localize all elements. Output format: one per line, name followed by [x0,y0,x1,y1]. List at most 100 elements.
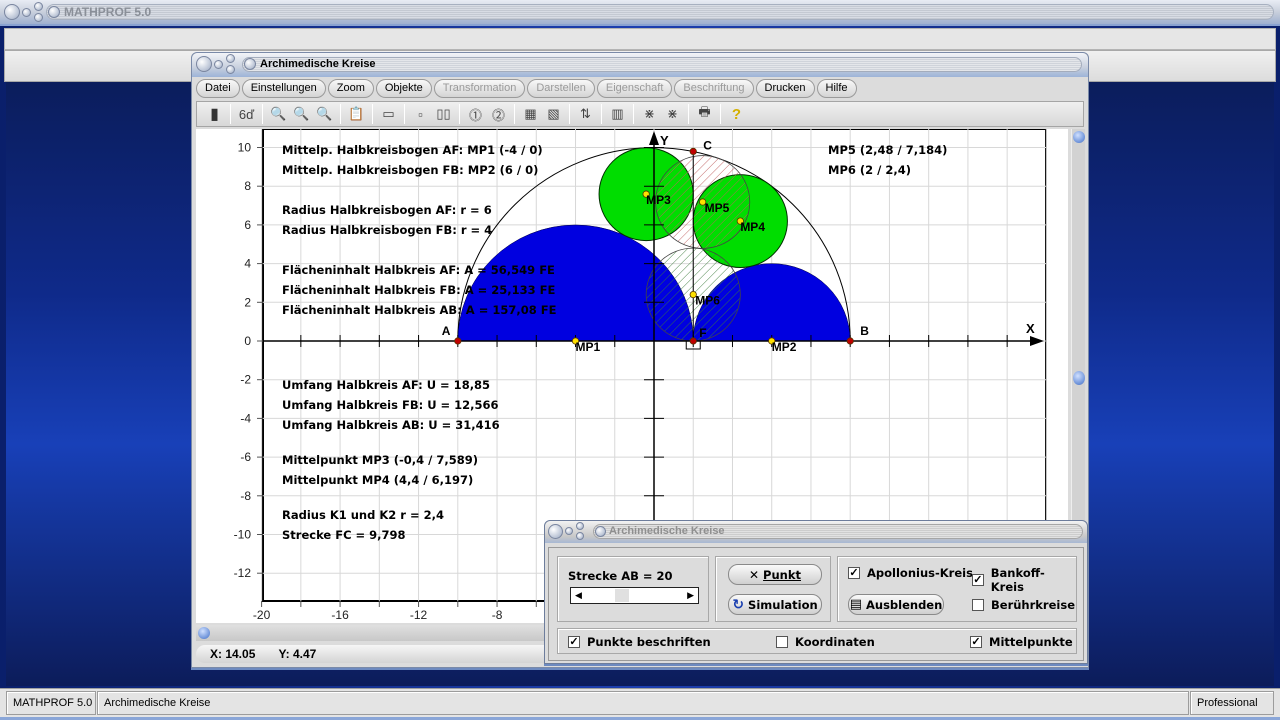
status-bar: MATHPROF 5.0 Archimedische Kreise Profes… [0,688,1280,720]
zoom-out-icon[interactable]: 🔍 [267,104,290,124]
close-icon[interactable] [34,13,43,22]
toolbar-separator [372,104,373,124]
y-tick-label: 2 [244,295,251,309]
printer-icon[interactable]: 🖶 [693,104,716,124]
dialog-titlebar[interactable]: Archimedische Kreise [545,521,1087,543]
x-tick-label: -12 [410,608,428,622]
info-line: Flächeninhalt Halbkreis AF: A = 56,549 F… [282,263,555,277]
checkbox-box[interactable]: ✓ [970,636,982,648]
window-control-icon[interactable] [196,56,212,72]
point-b [846,337,854,345]
point-label-f: F [699,326,706,340]
menu-datei[interactable]: Datei [196,79,240,98]
export-icon[interactable]: ▧ [542,104,565,124]
point-label-c: C [703,138,712,152]
toolbar-separator [262,104,263,124]
scroll-thumb[interactable] [1073,371,1085,385]
mittelpunkte-label: Mittelpunkte [989,635,1073,649]
table-icon[interactable]: ▦ [519,104,542,124]
y-tick-label: 8 [244,179,251,193]
zoom-in-icon[interactable]: 🔍 [313,104,336,124]
status-document: Archimedische Kreise [97,691,1189,715]
point-label-b: B [860,324,869,338]
close-icon[interactable] [576,532,584,540]
menu-zoom[interactable]: Zoom [327,79,374,98]
punkt-button-label: Punkt [763,567,801,582]
toolbar-separator [340,104,341,124]
minimize-icon[interactable] [214,60,223,69]
point-cross-icon: ✕ [748,567,760,582]
menu-transformation[interactable]: Transformation [433,79,526,98]
control-dialog: Archimedische Kreise Strecke AB = 20 ◀ ▶… [544,520,1088,664]
sort-icon[interactable]: ⇅ [574,104,597,124]
menu-drucken[interactable]: Drucken [755,79,815,98]
dialog-body: Strecke AB = 20 ◀ ▶ ✕ Punkt ↻ Simulation… [548,547,1084,661]
checkbox-box[interactable]: ✓ [972,574,984,586]
strecke-slider[interactable]: ◀ ▶ [570,587,699,604]
checkbox-box[interactable] [776,636,788,648]
close-icon[interactable] [226,65,235,74]
frame-icon[interactable]: ▫ [409,104,432,124]
function-1-icon[interactable]: ⓵ [464,104,487,124]
graph-window-title: Archimedische Kreise [260,58,376,70]
checkbox-box[interactable] [972,599,984,611]
maximize-icon[interactable] [226,54,235,63]
calculator-icon[interactable]: ▮ [203,104,226,124]
points-remove-icon[interactable]: ⋇ [661,104,684,124]
bankoff-checkbox[interactable]: ✓ Bankoff-Kreis [972,566,1076,594]
clipboard-icon[interactable]: 📋 [345,104,368,124]
graph-toolbar: ▮ 6ď 🔍 🔍 🔍 📋 ▭ ▫ ▯▯ ⓵ ⓶ ▦ ▧ ⇅ ▥ ⋇ ⋇ 🖶? [196,101,1084,127]
menu-objekte[interactable]: Objekte [375,79,432,98]
simulation-button[interactable]: ↻ Simulation [728,594,822,615]
mittelpunkte-checkbox[interactable]: ✓ Mittelpunkte [970,635,1073,649]
point-remove-icon[interactable]: ⋇ [638,104,661,124]
info-line: Radius Halbkreisbogen FB: r = 4 [282,223,492,237]
glasses-icon[interactable]: 6ď [235,104,258,124]
main-menubar [4,28,1276,50]
menu-beschriftung[interactable]: Beschriftung [674,79,754,98]
slider-left-arrow-icon[interactable]: ◀ [575,590,582,601]
zoom-reset-icon[interactable]: 🔍 [290,104,313,124]
punkte-beschriften-label: Punkte beschriften [587,635,711,649]
options-group: ✓ Apollonius-Kreis ✓ Bankoff-Kreis ▤ Aus… [837,556,1077,622]
status-edition: Professional [1190,691,1274,715]
beruehrkreise-checkbox[interactable]: Berührkreise [972,598,1075,612]
help-icon[interactable]: ? [725,104,748,124]
toolbar-separator [230,104,231,124]
function-2-icon[interactable]: ⓶ [487,104,510,124]
punkte-beschriften-checkbox[interactable]: ✓ Punkte beschriften [568,635,711,649]
menu-hilfe[interactable]: Hilfe [816,79,857,98]
point-label-mp6: MP6 [695,294,720,308]
ausblenden-button[interactable]: ▤ Ausblenden [848,594,944,615]
x-tick-label: -16 [331,608,349,622]
graph-window-titlebar[interactable]: Archimedische Kreise [192,53,1088,77]
simulation-button-label: Simulation [748,597,818,612]
koordinaten-checkbox[interactable]: Koordinaten [776,635,875,649]
scroll-up-knob[interactable] [1073,131,1085,143]
slider-right-arrow-icon[interactable]: ▶ [687,590,694,601]
y-axis-label: Y [660,133,669,148]
minimize-icon[interactable] [22,8,31,17]
menu-darstellen[interactable]: Darstellen [527,79,595,98]
window-icon[interactable]: ▭ [377,104,400,124]
window-control-icon[interactable] [4,4,20,20]
double-frame-icon[interactable]: ▯▯ [432,104,455,124]
maximize-icon[interactable] [34,2,43,11]
apollonius-checkbox[interactable]: ✓ Apollonius-Kreis [848,566,973,580]
x-tick-label: -20 [253,608,271,622]
info-line: Umfang Halbkreis AB: U = 31,416 [282,418,500,432]
menu-eigenschaft[interactable]: Eigenschaft [596,79,673,98]
ausblenden-button-label: Ausblenden [865,597,943,612]
y-tick-label: 10 [238,141,252,155]
menu-einstellungen[interactable]: Einstellungen [241,79,326,98]
punkt-button[interactable]: ✕ Punkt [728,564,822,585]
scroll-left-knob[interactable] [198,627,210,639]
y-tick-label: 0 [244,334,251,348]
minimize-icon[interactable] [565,527,573,535]
maximize-icon[interactable] [576,522,584,530]
slider-thumb[interactable] [615,589,629,602]
pages-icon[interactable]: ▥ [606,104,629,124]
window-control-icon[interactable] [548,524,563,539]
checkbox-box[interactable]: ✓ [568,636,580,648]
checkbox-box[interactable]: ✓ [848,567,860,579]
